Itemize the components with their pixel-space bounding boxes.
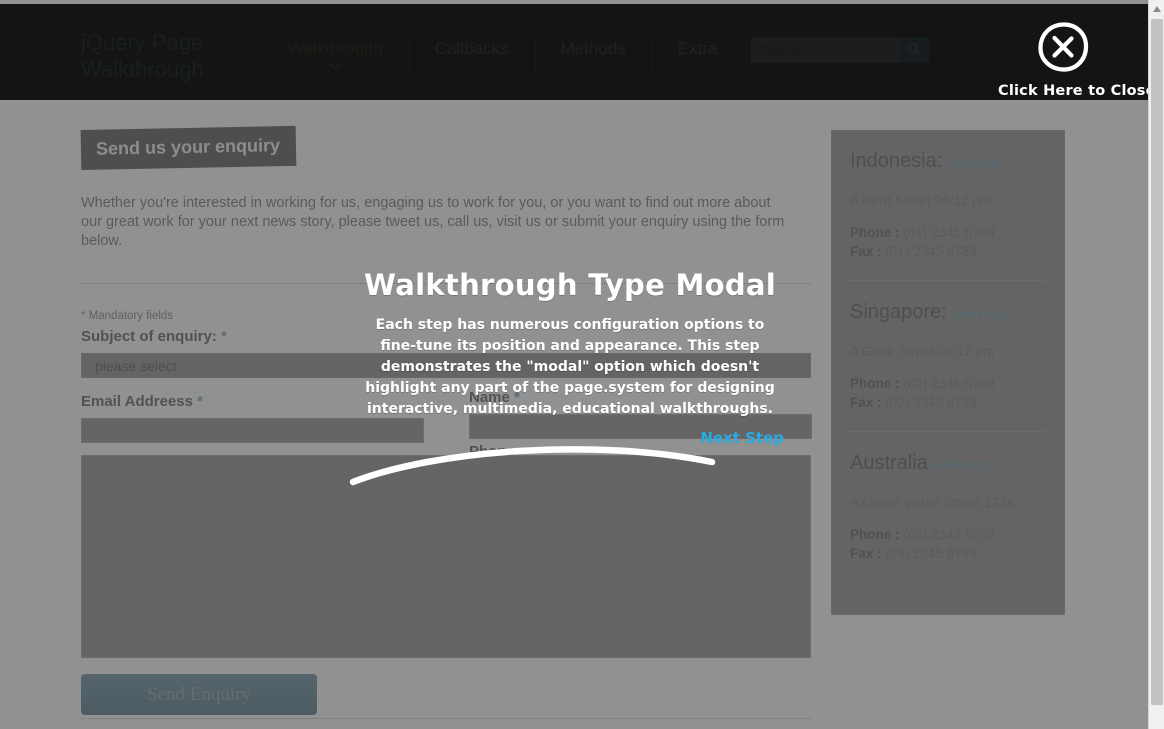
site-header: jQuery Page Walkthrough Walkthrough Call… <box>0 4 1148 100</box>
nav-item-extra[interactable]: Extra <box>651 37 744 72</box>
location-phone: Phone : (02) 2345 6789 <box>850 374 1046 393</box>
scroll-up-button[interactable] <box>1149 0 1164 17</box>
chevron-down-icon <box>329 63 342 70</box>
search-button[interactable] <box>899 37 929 63</box>
fax-label: Fax : <box>850 546 882 561</box>
view-map-link[interactable]: view map <box>952 306 1007 321</box>
contact-block-singapore: Singapore: view map A Geek Street 06/12 … <box>850 300 1046 432</box>
browser-page: jQuery Page Walkthrough Walkthrough Call… <box>0 0 1164 729</box>
location-name: Indonesia: <box>850 150 943 172</box>
location-name: Australia <box>850 452 928 474</box>
email-label-text: Email Addreess <box>81 393 193 410</box>
nav-item-label: Callbacks <box>434 39 509 58</box>
walkthrough-next-step-link[interactable]: Next Step <box>356 429 784 447</box>
fax-value: (03) 2345 6789 <box>885 546 977 561</box>
required-marker: * <box>81 310 86 322</box>
contact-block-indonesia: Indonesia: view map A Nerd Street 06/12 … <box>850 149 1046 281</box>
fax-label: Fax : <box>850 244 882 259</box>
site-brand[interactable]: jQuery Page Walkthrough <box>81 29 256 83</box>
main-nav: Walkthrough Callbacks Methods Extra <box>262 37 744 72</box>
location-phone: Phone : (03) 2345 6789 <box>850 525 1046 544</box>
phone-label: Phone : <box>850 527 900 542</box>
location-title: Indonesia: view map <box>850 149 1046 175</box>
nav-item-callbacks[interactable]: Callbacks <box>408 37 535 72</box>
contact-panel: Indonesia: view map A Nerd Street 06/12 … <box>831 130 1065 615</box>
footer-divider <box>81 718 811 719</box>
location-address: A Lorem ipsum Street 123x <box>850 495 1013 510</box>
location-title: Australia view map <box>850 451 1046 477</box>
location-fax: Fax : (02) 2345 6789 <box>850 393 1046 412</box>
view-map-link[interactable]: view map <box>948 155 1003 170</box>
walkthrough-description: Each step has numerous configuration opt… <box>365 317 775 417</box>
nav-item-label: Extra <box>677 39 718 58</box>
location-fax: Fax : (01) 2345 6789 <box>850 242 1046 261</box>
location-fax: Fax : (03) 2345 6789 <box>850 544 1046 563</box>
location-phone: Phone : (01) 2345 6789 <box>850 223 1046 242</box>
send-enquiry-button[interactable]: Send Enquiry <box>81 674 317 715</box>
phone-value: (03) 2345 6789 <box>903 527 995 542</box>
fax-label: Fax : <box>850 395 882 410</box>
fax-value: (02) 2345 6789 <box>885 395 977 410</box>
phone-value: (02) 2345 6789 <box>903 376 995 391</box>
fax-value: (01) 2345 6789 <box>885 244 977 259</box>
location-title: Singapore: view map <box>850 300 1046 326</box>
nav-item-methods[interactable]: Methods <box>534 37 652 72</box>
mandatory-fields-label: Mandatory fields <box>88 310 174 322</box>
phone-label: Phone : <box>850 225 900 240</box>
location-address: A Geek Street 06/12 pm <box>850 344 995 359</box>
search-input[interactable] <box>751 37 899 63</box>
nav-item-walkthrough[interactable]: Walkthrough <box>262 37 409 70</box>
walkthrough-step: Walkthrough Type Modal Each step has num… <box>356 268 784 447</box>
divider <box>850 280 1046 281</box>
nav-item-label: Methods <box>560 39 626 58</box>
phone-value: (01) 2345 6789 <box>903 225 995 240</box>
browser-scrollbar[interactable] <box>1148 0 1164 729</box>
phone-label: Phone : <box>850 376 900 391</box>
view-map-link[interactable]: view map <box>933 457 988 472</box>
required-marker: * <box>221 328 227 345</box>
walkthrough-title: Walkthrough Type Modal <box>363 268 777 302</box>
divider <box>850 431 1046 432</box>
scrollbar-thumb[interactable] <box>1151 19 1163 705</box>
location-address: A Nerd Street 06/12 pm <box>850 193 992 208</box>
close-walkthrough-label: Click Here to Close <box>998 83 1156 99</box>
message-textarea[interactable] <box>81 455 811 658</box>
search-icon <box>907 42 921 59</box>
search-form <box>751 37 929 63</box>
page-title: Send us your enquiry <box>80 125 297 170</box>
circle-x-icon <box>998 20 1128 79</box>
subject-label-text: Subject of enquiry: <box>81 328 217 345</box>
location-name: Singapore: <box>850 301 947 323</box>
contact-block-australia: Australia view map A Lorem ipsum Street … <box>850 451 1046 563</box>
intro-paragraph: Whether you're interested in working for… <box>81 195 785 249</box>
nav-item-label: Walkthrough <box>288 39 383 58</box>
required-marker: * <box>197 393 204 410</box>
close-walkthrough-button[interactable]: Click Here to Close <box>998 20 1156 99</box>
